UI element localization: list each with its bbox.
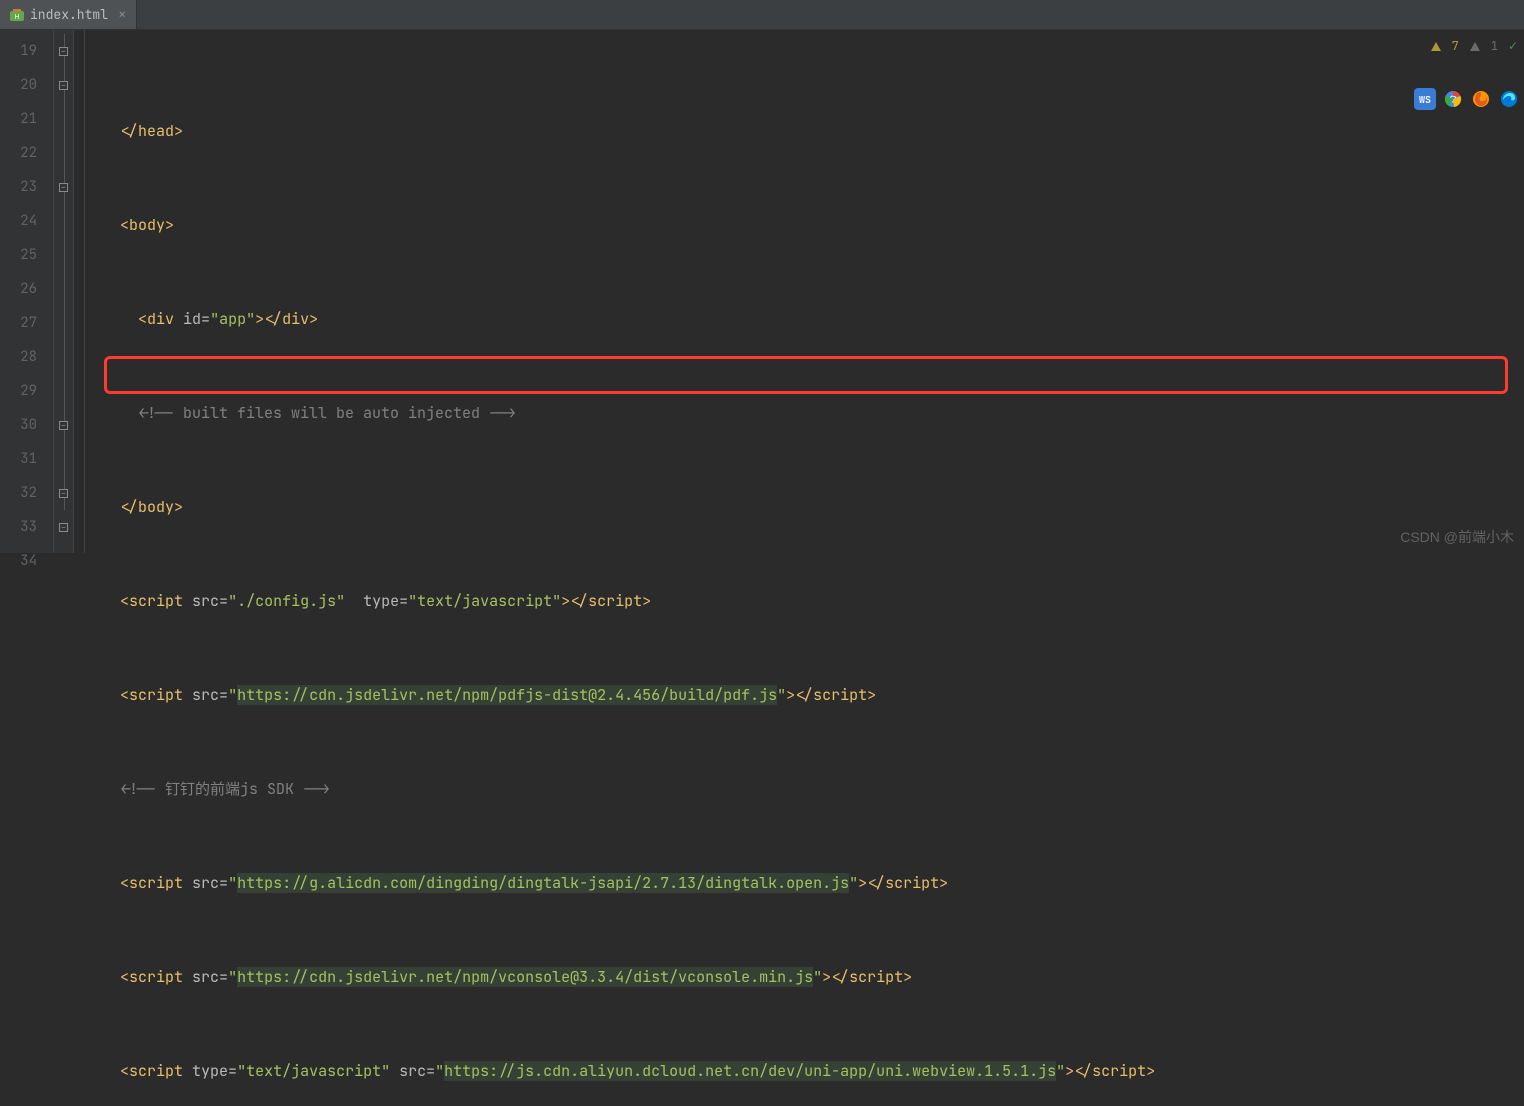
warning-count: 7 — [1452, 38, 1459, 54]
line-number: 24 — [0, 204, 53, 238]
line-number: 22 — [0, 136, 53, 170]
warning-icon — [1430, 38, 1442, 54]
line-number: 31 — [0, 442, 53, 476]
firefox-icon[interactable] — [1470, 88, 1492, 110]
code-line: <script src="https://cdn.jsdelivr.net/np… — [84, 678, 1524, 712]
code-line: <div id="app"></div> — [84, 302, 1524, 336]
code-line: </head> — [84, 114, 1524, 148]
fold-gutter: – – – – – – — [54, 30, 74, 553]
tab-filename: index.html — [30, 6, 108, 23]
chrome-icon[interactable] — [1442, 88, 1464, 110]
tab-bar: H index.html × — [0, 0, 1524, 30]
code-line: <!-- built files will be auto injected -… — [84, 396, 1524, 430]
svg-text:H: H — [14, 14, 19, 21]
tab-index-html[interactable]: H index.html × — [0, 0, 137, 29]
weak-warning-icon — [1469, 38, 1481, 54]
code-line: <script src="./config.js" type="text/jav… — [84, 584, 1524, 618]
inspection-eye-icon: ✓ — [1508, 38, 1518, 54]
watermark: CSDN @前端小木 — [1400, 527, 1514, 547]
code-content[interactable]: </head> <body> <div id="app"></div> <!--… — [74, 30, 1524, 553]
html-file-icon: H — [10, 8, 24, 22]
close-icon[interactable]: × — [118, 6, 126, 24]
line-number: 28 — [0, 340, 53, 374]
inspections-summary[interactable]: 7 1 ✓ — [1430, 38, 1518, 54]
line-number: 32 — [0, 476, 53, 510]
line-number: 30 — [0, 408, 53, 442]
code-line: <script type="text/javascript" src="http… — [84, 1054, 1524, 1088]
code-line: <script src="https://cdn.jsdelivr.net/np… — [84, 960, 1524, 994]
edge-icon[interactable] — [1498, 88, 1520, 110]
line-number-gutter: 19 20 21 22 23 24 25 26 27 28 29 30 31 3… — [0, 30, 54, 553]
line-number: 26 — [0, 272, 53, 306]
fold-end-icon[interactable]: – — [59, 523, 68, 532]
weak-warning-count: 1 — [1491, 38, 1498, 54]
code-line: <script src="https://g.alicdn.com/dingdi… — [84, 866, 1524, 900]
fold-toggle-icon[interactable]: – — [59, 81, 68, 90]
fold-end-icon[interactable]: – — [59, 183, 68, 192]
line-number: 25 — [0, 238, 53, 272]
line-number: 19 — [0, 34, 53, 68]
code-line: </body> — [84, 490, 1524, 524]
fold-end-icon[interactable]: – — [59, 489, 68, 498]
line-number: 27 — [0, 306, 53, 340]
line-number: 29 — [0, 374, 53, 408]
line-number: 33 — [0, 510, 53, 544]
line-number: 21 — [0, 102, 53, 136]
fold-toggle-icon[interactable]: – — [59, 421, 68, 430]
line-number: 23 — [0, 170, 53, 204]
editor-area[interactable]: 19 20 21 22 23 24 25 26 27 28 29 30 31 3… — [0, 30, 1524, 553]
fold-end-icon[interactable]: – — [59, 47, 68, 56]
code-line: <!-- 钉钉的前端js SDK --> — [84, 772, 1524, 806]
line-number: 20 — [0, 68, 53, 102]
line-number: 34 — [0, 544, 53, 578]
browser-preview-toolbar: WS — [1414, 88, 1520, 110]
code-line: <body> — [84, 208, 1524, 242]
webstorm-icon[interactable]: WS — [1414, 88, 1436, 110]
